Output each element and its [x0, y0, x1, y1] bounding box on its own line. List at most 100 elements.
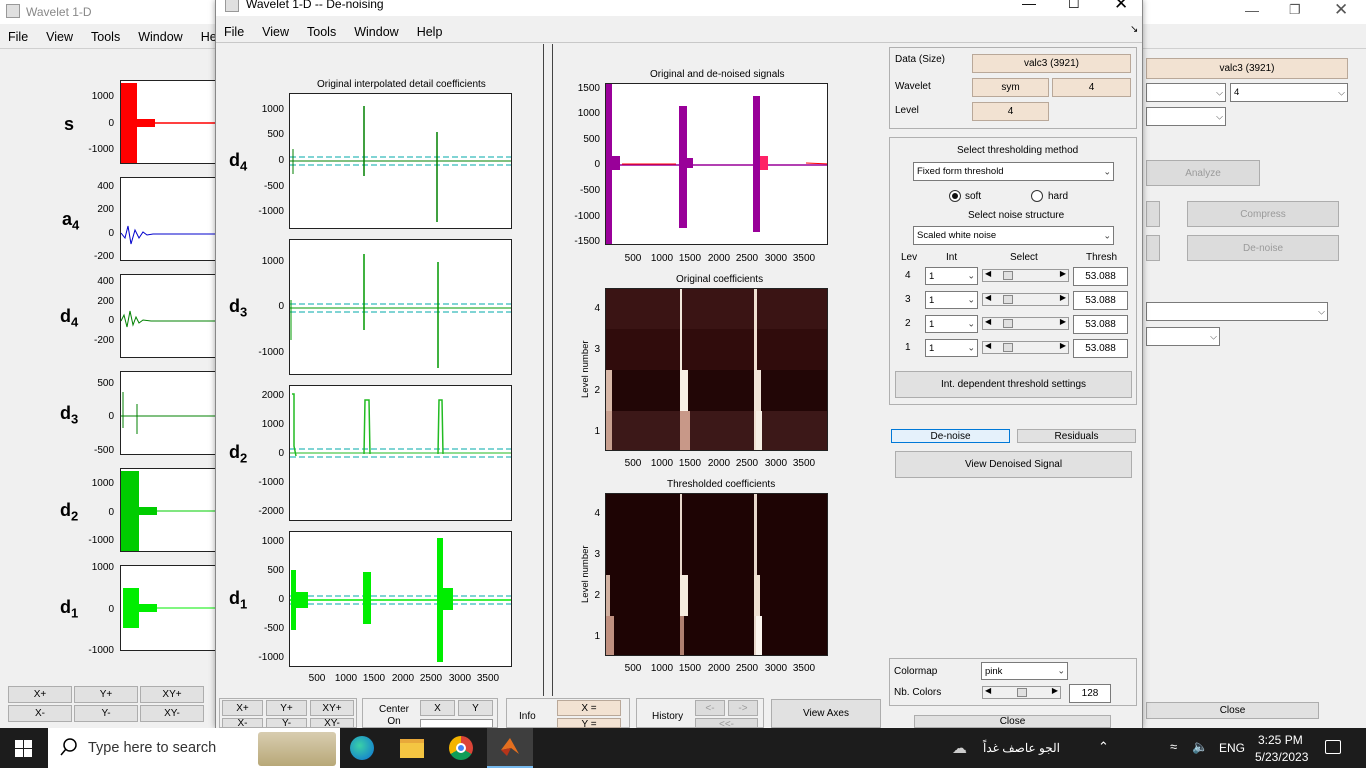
bg-hist-button[interactable]: [1146, 235, 1160, 261]
zoom-xy-minus[interactable]: XY-: [310, 718, 354, 728]
center-on-y-button[interactable]: Y: [458, 700, 493, 716]
chevron-up-icon[interactable]: ⌃: [1098, 739, 1109, 755]
bg-axes-d3[interactable]: [120, 371, 220, 455]
close-button[interactable]: Close: [914, 715, 1111, 728]
restore-icon[interactable]: ❐: [1289, 2, 1301, 18]
bg-menu-view[interactable]: View: [46, 30, 73, 44]
arrow-right-icon[interactable]: ▶: [1052, 686, 1058, 695]
axes-signal[interactable]: [605, 83, 828, 245]
network-icon[interactable]: ≈: [1170, 739, 1177, 754]
arrow-right-icon[interactable]: ▶: [1060, 341, 1066, 350]
residuals-button[interactable]: Residuals: [1017, 429, 1136, 443]
slider-thumb[interactable]: [1003, 319, 1013, 328]
center-on-value[interactable]: [420, 719, 493, 728]
slider-thumb[interactable]: [1003, 343, 1013, 352]
bg-menu-window[interactable]: Window: [138, 30, 182, 44]
int-dependent-threshold-button[interactable]: Int. dependent threshold settings: [895, 371, 1132, 398]
axes-detail-d1[interactable]: [289, 531, 512, 667]
axes-detail-d2[interactable]: [289, 385, 512, 521]
row-int-select-3[interactable]: 1 ⌄: [925, 291, 978, 309]
nb-colors-slider[interactable]: ◀ ▶: [982, 686, 1061, 699]
clock-time[interactable]: 3:25 PM: [1258, 733, 1303, 747]
slider-thumb[interactable]: [1003, 295, 1013, 304]
bg-axes-d1[interactable]: [120, 565, 220, 651]
bg-display-mode-select[interactable]: ⌵: [1146, 302, 1328, 321]
clock-date[interactable]: 5/23/2023: [1255, 750, 1308, 764]
edge-icon[interactable]: [350, 736, 374, 760]
thresh-method-select[interactable]: Fixed form threshold ⌄: [913, 162, 1114, 181]
bg-zoom-y-plus[interactable]: Y+: [74, 686, 138, 703]
slider-thumb[interactable]: [1017, 688, 1027, 697]
arrow-left-icon[interactable]: ◀: [985, 317, 991, 326]
bg-axes-a4[interactable]: [120, 177, 220, 261]
bg-compress-button[interactable]: Compress: [1187, 201, 1339, 227]
arrow-left-icon[interactable]: ◀: [985, 686, 991, 695]
zoom-x-plus[interactable]: X+: [222, 700, 263, 716]
bg-more-select[interactable]: ⌵: [1146, 327, 1220, 346]
bg-level-select[interactable]: ⌵: [1146, 107, 1226, 126]
bg-zoom-xy-minus[interactable]: XY-: [140, 705, 204, 722]
row-thresh-1[interactable]: 53.088: [1073, 339, 1128, 358]
bg-axes-d2[interactable]: [120, 468, 220, 552]
bg-analyze-button[interactable]: Analyze: [1146, 160, 1260, 186]
fg-menu-file[interactable]: File: [224, 25, 244, 39]
row-thresh-3[interactable]: 53.088: [1073, 291, 1128, 310]
row-slider-1[interactable]: ◀ ▶: [982, 341, 1069, 354]
bg-stat-button[interactable]: [1146, 201, 1160, 227]
colormap-select[interactable]: pink ⌄: [981, 662, 1068, 680]
axes-detail-d4[interactable]: [289, 93, 512, 229]
arrow-left-icon[interactable]: ◀: [985, 293, 991, 302]
hard-radio[interactable]: [1031, 190, 1043, 202]
zoom-y-plus[interactable]: Y+: [266, 700, 307, 716]
slider-thumb[interactable]: [1003, 271, 1013, 280]
volume-icon[interactable]: 🔈: [1192, 739, 1208, 755]
axes-detail-d3[interactable]: [289, 239, 512, 375]
axes-thresholded-coefficients[interactable]: [605, 493, 828, 656]
bg-wavelet-select[interactable]: ⌵: [1146, 83, 1226, 102]
arrow-left-icon[interactable]: ◀: [985, 341, 991, 350]
noise-structure-select[interactable]: Scaled white noise ⌄: [913, 226, 1114, 245]
row-slider-4[interactable]: ◀ ▶: [982, 269, 1069, 282]
row-int-select-1[interactable]: 1 ⌄: [925, 339, 978, 357]
view-denoised-signal-button[interactable]: View Denoised Signal: [895, 451, 1132, 478]
arrow-left-icon[interactable]: ◀: [985, 269, 991, 278]
row-thresh-2[interactable]: 53.088: [1073, 315, 1128, 334]
zoom-xy-plus[interactable]: XY+: [310, 700, 354, 716]
arrow-right-icon[interactable]: ▶: [1060, 293, 1066, 302]
close-icon[interactable]: ✕: [1334, 0, 1348, 20]
bg-denoise-button[interactable]: De-noise: [1187, 235, 1339, 261]
history-back-button[interactable]: <-: [695, 700, 725, 716]
maximize-icon[interactable]: ☐: [1068, 0, 1080, 12]
notification-icon[interactable]: [1325, 740, 1341, 754]
view-axes-button[interactable]: View Axes: [771, 699, 881, 728]
fg-menu-window[interactable]: Window: [354, 25, 398, 39]
bg-axes-d4[interactable]: [120, 274, 220, 358]
row-int-select-2[interactable]: 1 ⌄: [925, 315, 978, 333]
bg-menu-tools[interactable]: Tools: [91, 30, 120, 44]
windows-start-icon[interactable]: [15, 740, 32, 757]
file-explorer-icon[interactable]: [400, 739, 424, 758]
fg-menu-view[interactable]: View: [262, 25, 289, 39]
zoom-y-minus[interactable]: Y-: [266, 718, 307, 728]
zoom-x-minus[interactable]: X-: [222, 718, 263, 728]
dock-arrow-icon[interactable]: ↘: [1130, 24, 1138, 35]
bg-zoom-x-plus[interactable]: X+: [8, 686, 72, 703]
splitter-bar[interactable]: [543, 44, 553, 696]
row-int-select-4[interactable]: 1 ⌄: [925, 267, 978, 285]
center-on-x-button[interactable]: X: [420, 700, 455, 716]
row-slider-2[interactable]: ◀ ▶: [982, 317, 1069, 330]
bg-axes-s[interactable]: [120, 80, 220, 164]
bg-zoom-xy-plus[interactable]: XY+: [140, 686, 204, 703]
close-icon[interactable]: ✕: [1114, 0, 1128, 14]
fg-menu-tools[interactable]: Tools: [307, 25, 336, 39]
history-forward-button[interactable]: ->: [728, 700, 758, 716]
row-thresh-4[interactable]: 53.088: [1073, 267, 1128, 286]
arrow-right-icon[interactable]: ▶: [1060, 317, 1066, 326]
denoise-button[interactable]: De-noise: [891, 429, 1010, 443]
arrow-right-icon[interactable]: ▶: [1060, 269, 1066, 278]
bg-zoom-x-minus[interactable]: X-: [8, 705, 72, 722]
weather-text[interactable]: الجو عاصف غداً: [983, 741, 1060, 755]
fg-menu-help[interactable]: Help: [417, 25, 443, 39]
chrome-icon[interactable]: [449, 736, 473, 760]
bg-order-select[interactable]: 4 ⌵: [1230, 83, 1348, 102]
